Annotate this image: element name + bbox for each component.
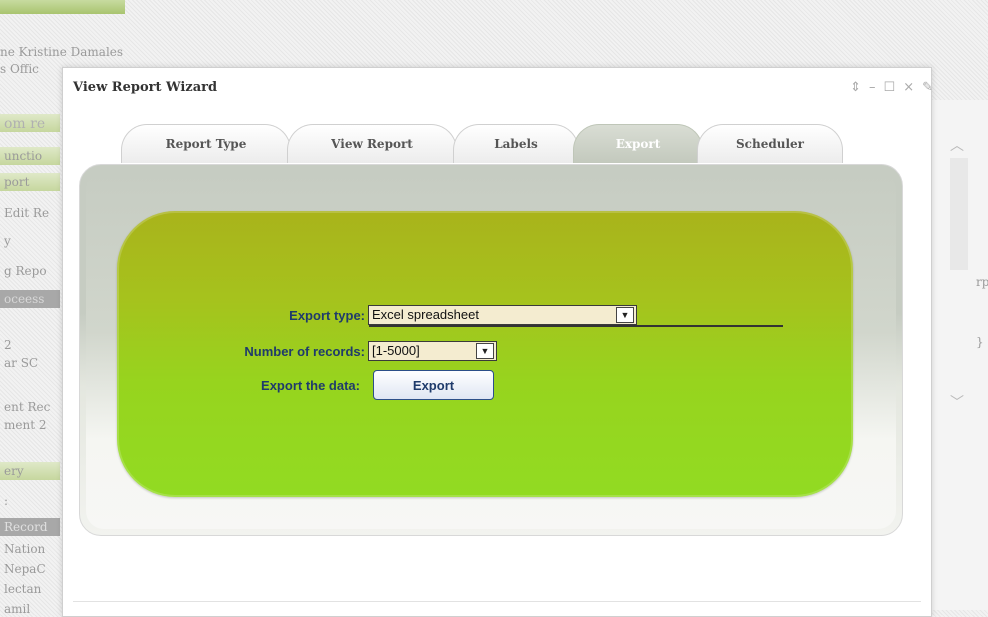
bg-item: Record <box>4 520 48 534</box>
bg-right-item: } <box>976 335 984 349</box>
export-data-label: Export the data: <box>261 377 360 393</box>
bg-scroll-track <box>950 158 968 270</box>
export-type-row: Export type: Excel spreadsheet ▼ <box>253 305 637 325</box>
minimize-icon[interactable]: – <box>869 80 876 95</box>
records-label: Number of records: <box>244 343 365 359</box>
bg-item: ar SC <box>4 356 39 370</box>
tab-view-report[interactable]: View Report <box>287 124 457 163</box>
export-data-row: Export the data: Export <box>213 370 494 400</box>
divider <box>369 325 783 327</box>
window-controls: ⇕ – ☐ × ✎ <box>850 80 933 95</box>
bg-right-item: rp <box>976 275 988 289</box>
edit-icon[interactable]: ✎ <box>922 80 933 95</box>
bg-item: g Repo <box>4 264 47 278</box>
bg-office-text: s Offic <box>0 62 39 76</box>
bg-item: : <box>4 494 9 508</box>
tab-label: Labels <box>494 137 538 151</box>
bg-user-name: ne Kristine Damales <box>0 45 124 59</box>
records-select[interactable]: [1-5000] ▼ <box>368 341 497 361</box>
records-value: [1-5000] <box>372 343 420 358</box>
bg-item: NepaC <box>4 562 46 576</box>
records-row: Number of records: [1-5000] ▼ <box>203 341 497 361</box>
export-button[interactable]: Export <box>373 370 494 400</box>
tab-report-type[interactable]: Report Type <box>121 124 291 163</box>
tab-label: Report Type <box>165 137 247 151</box>
chevron-down-icon: ▼ <box>476 343 494 359</box>
bg-item: 2 <box>4 338 12 352</box>
view-report-wizard-dialog: View Report Wizard ⇕ – ☐ × ✎ Report Type… <box>62 67 933 617</box>
bg-item: lectan <box>4 582 42 596</box>
maximize-icon[interactable]: ☐ <box>884 80 896 95</box>
tab-export[interactable]: Export <box>573 124 703 163</box>
bg-item: Nation <box>4 542 46 556</box>
tab-scheduler[interactable]: Scheduler <box>697 124 843 163</box>
bg-item: oceess <box>4 292 45 306</box>
export-type-select[interactable]: Excel spreadsheet ▼ <box>368 305 637 325</box>
bg-item: y <box>4 234 11 248</box>
tab-label: View Report <box>331 137 413 151</box>
bg-item: port <box>4 175 30 189</box>
tab-labels[interactable]: Labels <box>453 124 579 163</box>
pin-icon[interactable]: ⇕ <box>850 80 861 95</box>
chevron-down-icon: ﹀ <box>950 395 964 411</box>
bg-item: om re <box>4 116 46 132</box>
chevron-down-icon: ▼ <box>616 307 634 323</box>
bg-item: amil <box>4 602 31 616</box>
bg-item: unctio <box>4 149 43 163</box>
chevron-up-icon: ︿ <box>950 138 964 154</box>
dialog-title: View Report Wizard <box>73 80 218 95</box>
bg-top-bar <box>0 0 125 14</box>
export-type-value: Excel spreadsheet <box>372 307 479 322</box>
bg-item: ery <box>4 464 24 478</box>
tab-label: Export <box>615 137 661 151</box>
bg-item: ent Rec <box>4 400 51 414</box>
wizard-tabs: Report Type View Report Labels Export Sc… <box>121 124 843 164</box>
close-icon[interactable]: × <box>903 80 914 95</box>
dialog-header: View Report Wizard ⇕ – ☐ × ✎ <box>63 68 933 108</box>
export-type-label: Export type: <box>289 307 365 323</box>
tab-label: Scheduler <box>736 137 804 151</box>
bg-item: Edit Re <box>4 206 50 220</box>
bg-item: ment 2 <box>4 418 47 432</box>
dialog-footer-divider <box>73 601 921 602</box>
